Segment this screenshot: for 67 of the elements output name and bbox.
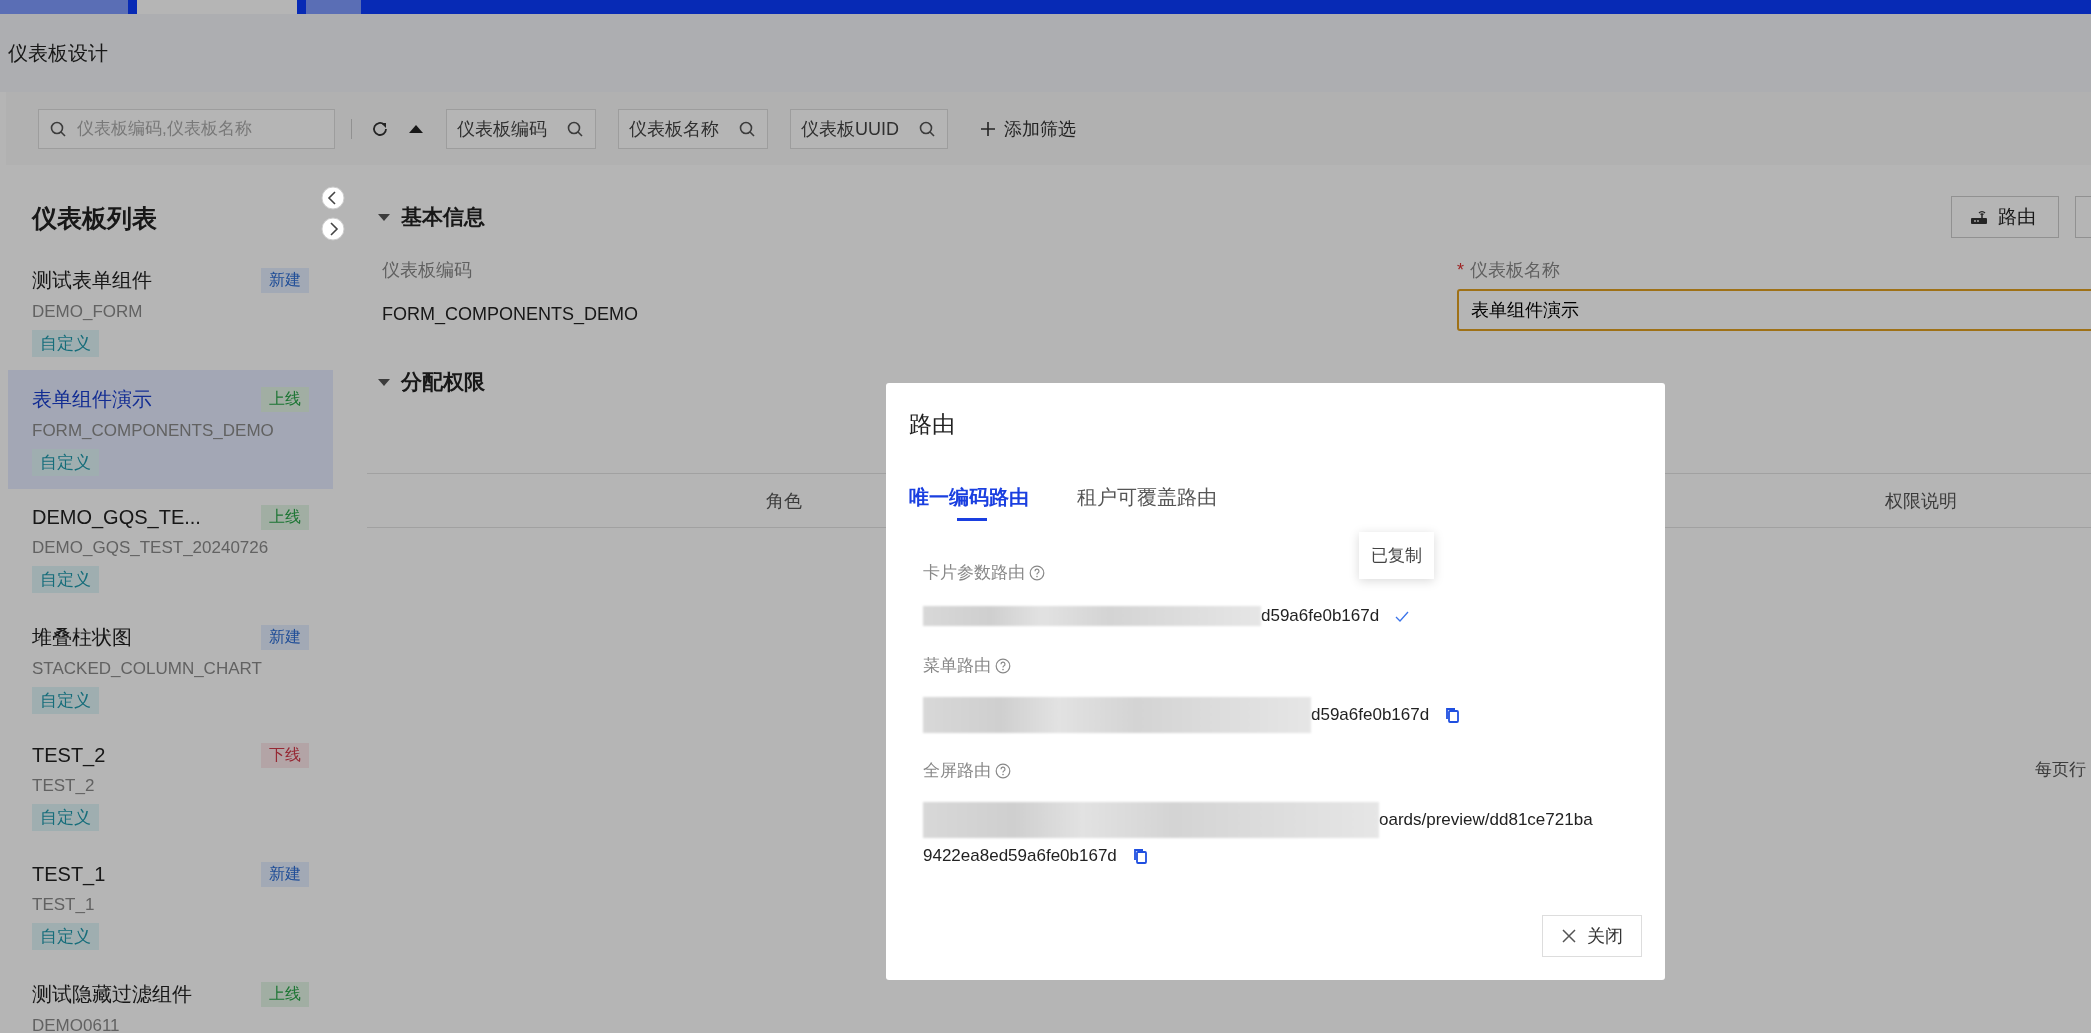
copied-tooltip: 已复制 (1359, 532, 1435, 579)
sidebar-item[interactable]: TEST_2 下线 TEST_2 自定义 (8, 727, 333, 846)
status-tag: 新建 (261, 268, 309, 293)
status-tag: 新建 (261, 862, 309, 887)
required-mark: * (1457, 259, 1464, 281)
item-name: 堆叠柱状图 (32, 625, 132, 650)
field-label: 仪表板名称 (1470, 259, 1560, 282)
search-field[interactable]: 仪表板编码,仪表板名称 (38, 108, 335, 149)
filter-label: 仪表板编码 (457, 117, 547, 141)
route-text: 9422ea8ed59a6fe0b167d (923, 846, 1117, 866)
add-filter-button[interactable]: 添加筛选 (974, 115, 1082, 142)
sidebar-item[interactable]: 表单组件演示 上线 FORM_COMPONENTS_DEMO 自定义 (8, 370, 333, 489)
item-code: DEMO_GQS_TEST_20240726 (32, 538, 270, 558)
filter-field[interactable]: 仪表板名称 (618, 108, 768, 149)
column-header: 角色 (766, 490, 802, 511)
category-tag: 自定义 (32, 804, 99, 831)
item-name: 测试表单组件 (32, 268, 152, 293)
sidebar-item[interactable]: 测试隐藏过滤组件 上线 DEMO0611 (8, 965, 333, 1033)
field-value: FORM_COMPONENTS_DEMO (382, 304, 640, 325)
item-name: DEMO_GQS_TE... (32, 506, 201, 529)
name-input[interactable]: 表单组件演示 (1457, 289, 2091, 331)
sidebar-item[interactable]: 堆叠柱状图 新建 STACKED_COLUMN_CHART 自定义 (8, 608, 333, 727)
filter-label: 仪表板名称 (629, 117, 719, 141)
item-code: TEST_1 (32, 895, 96, 915)
status-tag: 上线 (261, 387, 309, 412)
item-code: FORM_COMPONENTS_DEMO (32, 421, 275, 441)
item-name: 表单组件演示 (32, 387, 152, 412)
item-code: STACKED_COLUMN_CHART (32, 659, 263, 679)
sidebar-item[interactable]: DEMO_GQS_TE... 上线 DEMO_GQS_TEST_20240726 自定义 (8, 489, 333, 608)
category-tag: 自定义 (32, 330, 99, 357)
filter-field[interactable]: 仪表板UUID (790, 108, 948, 149)
section-header[interactable]: 分配权限 (377, 368, 485, 396)
sidebar-item[interactable]: 测试表单组件 新建 DEMO_FORM 自定义 (8, 251, 333, 370)
tab[interactable]: 唯一编码路由 (909, 484, 1029, 521)
category-tag: 自定义 (32, 687, 99, 714)
sidebar-title: 仪表板列表 (30, 203, 158, 234)
item-code: TEST_2 (32, 776, 96, 796)
status-tag: 下线 (261, 743, 309, 768)
route-button[interactable]: 路由 (1951, 196, 2059, 238)
field-label: 仪表板编码 (382, 259, 472, 282)
category-tag: 自定义 (32, 566, 99, 593)
category-tag: 自定义 (32, 923, 99, 950)
close-button[interactable]: 关闭 (1542, 915, 1642, 957)
tab[interactable]: 租户可覆盖路由 (1077, 484, 1217, 521)
status-tag: 上线 (261, 505, 309, 530)
sidebar-item[interactable]: TEST_1 新建 TEST_1 自定义 (8, 846, 333, 965)
status-tag: 新建 (261, 625, 309, 650)
route-label: 菜单路由 (923, 655, 991, 677)
filter-field[interactable]: 仪表板编码 (446, 108, 596, 149)
category-tag: 自定义 (32, 449, 99, 476)
page-title: 仪表板设计 (8, 40, 108, 66)
item-code: DEMO_FORM (32, 302, 144, 322)
dialog-title: 路由 (909, 410, 956, 439)
filter-label: 仪表板UUID (801, 117, 899, 141)
item-name: 测试隐藏过滤组件 (32, 982, 192, 1007)
route-label: 全屏路由 (923, 760, 991, 782)
route-text: d59a6fe0b167d (1311, 705, 1430, 725)
route-text: oards/preview/dd81ce721ba (1379, 810, 1593, 830)
rows-per-page-label: 每页行 (2035, 759, 2086, 781)
item-name: TEST_2 (32, 744, 106, 767)
item-name: TEST_1 (32, 863, 106, 886)
route-text: d59a6fe0b167d (1261, 606, 1380, 626)
column-header: 权限说明 (1884, 490, 1957, 511)
section-header[interactable]: 基本信息 (377, 203, 485, 231)
status-tag: 上线 (261, 982, 309, 1007)
route-label: 卡片参数路由 (923, 562, 1025, 584)
item-code: DEMO0611 (32, 1016, 121, 1033)
